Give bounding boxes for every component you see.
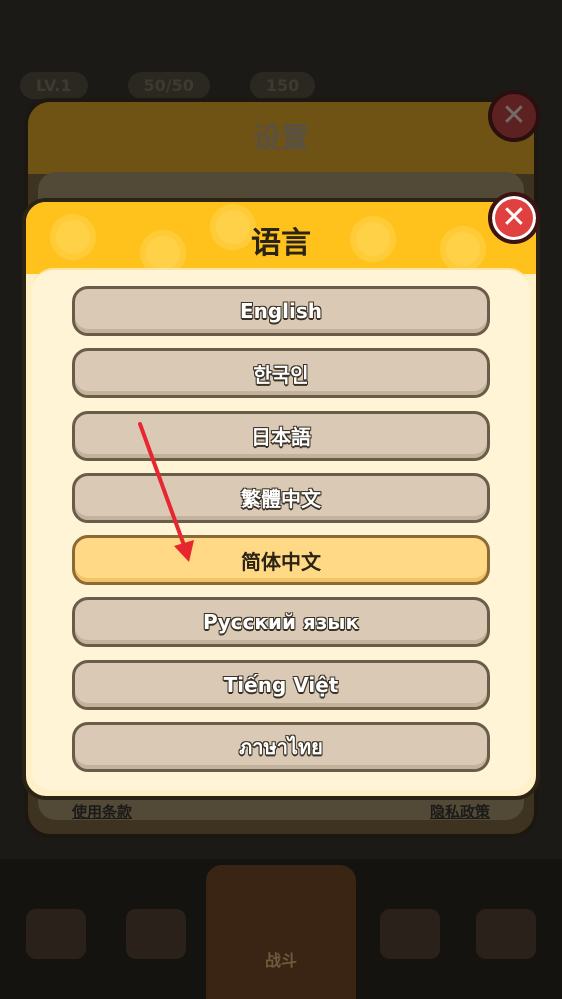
lock-icon	[476, 909, 536, 959]
language-option-label: Tiếng Việt	[223, 672, 339, 697]
terms-link[interactable]: 使用条款	[72, 801, 132, 822]
language-close-button[interactable]: ✕	[488, 192, 540, 244]
language-option-label: Русский язык	[202, 610, 360, 635]
language-option-japanese[interactable]: 日本語	[72, 410, 490, 461]
bottom-nav: 战斗	[0, 859, 562, 999]
hud-gems: 150	[249, 71, 316, 99]
language-body: English 한국인 日本語 繁體中文 简体中文 Русский язык T…	[32, 268, 530, 790]
shop-icon	[26, 909, 86, 959]
hud-energy: 50/50	[127, 71, 210, 99]
language-option-label: 简体中文	[241, 549, 321, 574]
language-option-label: English	[239, 299, 323, 323]
settings-title: 设置	[252, 121, 309, 154]
language-option-traditional-chinese[interactable]: 繁體中文	[72, 472, 490, 523]
language-option-label: ภาษาไทย	[239, 735, 323, 760]
language-title: 语言	[251, 226, 311, 261]
privacy-link[interactable]: 隐私政策	[430, 801, 490, 822]
globe-icon	[126, 909, 186, 959]
language-option-simplified-chinese[interactable]: 简体中文	[72, 535, 490, 586]
settings-close-button[interactable]: ✕	[488, 90, 540, 142]
language-option-label: 繁體中文	[241, 487, 321, 512]
language-option-label: 日本語	[251, 425, 311, 450]
language-option-english[interactable]: English	[72, 286, 490, 336]
lock-icon	[380, 909, 440, 959]
language-header: 语言	[26, 202, 536, 274]
close-icon: ✕	[501, 98, 527, 133]
hud-level: LV.1	[20, 71, 88, 99]
language-option-korean[interactable]: 한국인	[72, 348, 490, 399]
language-list: English 한국인 日本語 繁體中文 简体中文 Русский язык T…	[72, 286, 490, 784]
tab-battle	[206, 865, 356, 999]
close-icon: ✕	[501, 200, 527, 235]
language-option-russian[interactable]: Русский язык	[72, 597, 490, 648]
language-dialog: 语言 English 한국인 日本語 繁體中文 简体中文 Русский язы…	[22, 198, 540, 800]
language-option-label: 한국인	[253, 362, 309, 387]
language-option-thai[interactable]: ภาษาไทย	[72, 722, 490, 773]
settings-header: 设置	[28, 102, 534, 174]
language-option-vietnamese[interactable]: Tiếng Việt	[72, 659, 490, 710]
tab-battle-label: 战斗	[264, 951, 297, 970]
